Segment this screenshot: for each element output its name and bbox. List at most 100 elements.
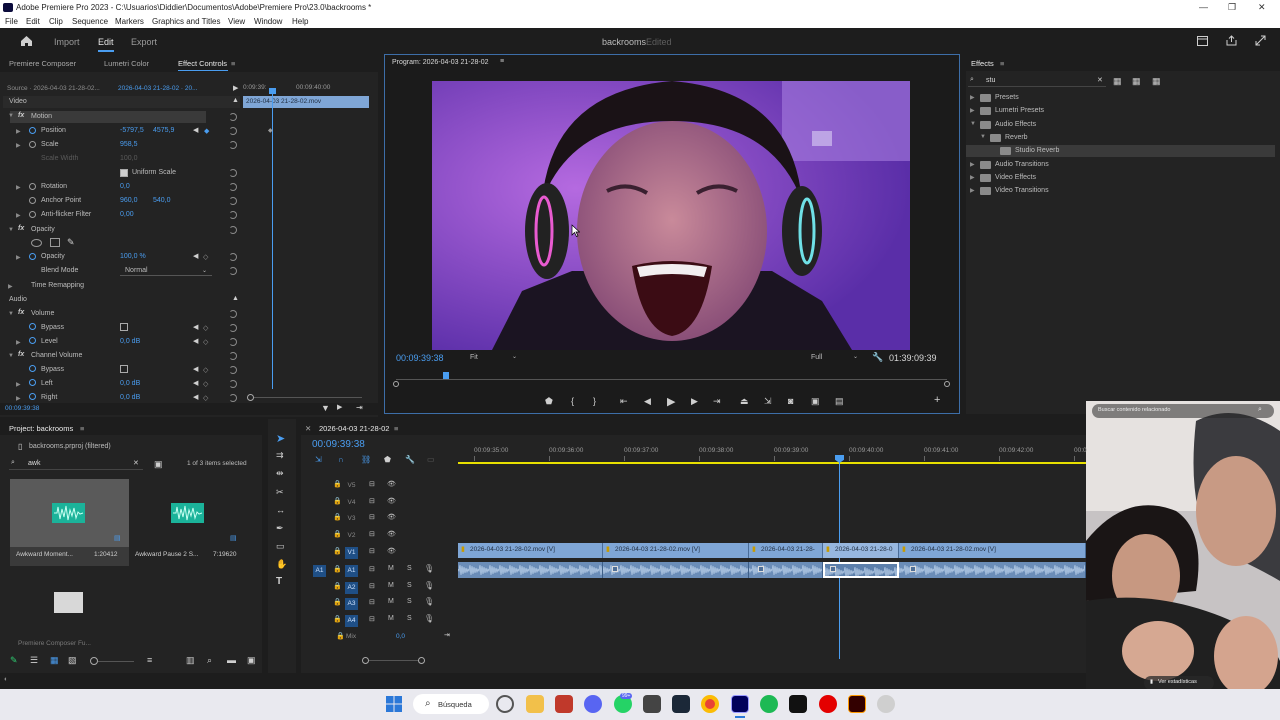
slip-tool-icon[interactable]: ↔ — [276, 505, 285, 515]
audio-keyframe[interactable] — [830, 566, 836, 572]
sync-lock-icon[interactable]: ⊟ — [369, 582, 375, 590]
sync-lock-icon[interactable]: ⊟ — [369, 615, 375, 623]
fx-icon[interactable]: fx — [18, 112, 24, 119]
expand-icon[interactable]: ▶ — [8, 283, 13, 290]
comparison-view-icon[interactable]: ▣ — [811, 396, 820, 407]
expand-icon[interactable]: ▶ — [970, 107, 975, 114]
eye-icon[interactable]: 👁 — [387, 530, 396, 538]
extract-icon[interactable]: ⇲ — [764, 396, 772, 407]
solo-button[interactable]: S — [407, 615, 412, 622]
home-icon[interactable] — [20, 35, 33, 47]
opera-icon[interactable] — [819, 695, 837, 713]
list-view-icon[interactable]: ☰ — [30, 655, 38, 666]
lock-icon[interactable]: 🔒 — [333, 513, 342, 521]
project-search-input[interactable]: ⌕ awk ✕ — [9, 458, 143, 470]
sequence-dropdown[interactable]: 2026-04-03 21-28-02 · 20... — [118, 85, 198, 92]
go-to-end-icon[interactable]: ⇥ — [444, 631, 450, 639]
fit-select[interactable]: Fit ⌄ — [467, 352, 522, 364]
expand-icon[interactable]: ▶ — [970, 174, 975, 181]
mini-playhead[interactable] — [272, 89, 273, 389]
expand-icon[interactable]: ▶ — [16, 142, 21, 149]
sort-icon[interactable]: ≡ — [147, 655, 152, 665]
new-item-icon[interactable]: ▣ — [247, 655, 256, 666]
reset-icon[interactable] — [229, 141, 237, 149]
freeform-view-icon[interactable]: ▧ — [68, 655, 77, 666]
spotify-icon[interactable] — [760, 695, 778, 713]
reset-icon[interactable] — [229, 267, 237, 275]
captions-icon[interactable]: ▭ — [427, 455, 435, 464]
track-select-tool-icon[interactable]: ⇉ — [276, 450, 284, 461]
bypass-checkbox[interactable] — [120, 365, 128, 373]
program-timecode[interactable]: 00:09:39:38 — [396, 353, 444, 363]
audio-keyframe[interactable] — [612, 566, 618, 572]
premiere-taskbar-icon[interactable] — [731, 695, 749, 713]
rotation-value[interactable]: 0,0 — [120, 183, 130, 190]
menu-sequence[interactable]: Sequence — [72, 17, 108, 26]
uniform-scale-checkbox[interactable] — [120, 169, 128, 177]
eye-icon[interactable]: 👁 — [387, 480, 396, 488]
panel-menu-icon[interactable]: ≡ — [394, 424, 398, 433]
new-bin-from-search-icon[interactable]: ▣ — [154, 459, 163, 470]
effects-tree-item[interactable]: Video Transitions — [995, 187, 1049, 194]
ellipse-mask-icon[interactable] — [31, 239, 42, 247]
mute-button[interactable]: M — [388, 615, 394, 622]
reset-icon[interactable] — [229, 352, 237, 360]
timeline-settings-icon[interactable]: 🔧 — [405, 455, 415, 464]
prev-keyframe-icon[interactable]: ◀ — [193, 323, 198, 331]
illustrator-icon[interactable] — [848, 695, 866, 713]
track-label-a1[interactable]: A1 — [345, 565, 358, 577]
program-video-frame[interactable] — [432, 81, 910, 350]
menu-window[interactable]: Window — [254, 17, 282, 26]
add-keyframe-icon[interactable]: ◇ — [203, 394, 208, 402]
position-y[interactable]: 4575,9 — [153, 127, 174, 134]
expand-icon[interactable]: ▼ — [8, 113, 14, 119]
tiktok-icon[interactable] — [789, 695, 807, 713]
panel-menu-icon[interactable]: ≡ — [80, 424, 84, 433]
expand-icon[interactable]: ▶ — [970, 94, 975, 101]
reset-icon[interactable] — [229, 310, 237, 318]
stopwatch-icon[interactable] — [29, 365, 36, 372]
microphone-icon[interactable]: 🎙 — [424, 581, 434, 590]
quality-select[interactable]: Full ⌄ — [808, 352, 863, 364]
settings-icon[interactable] — [877, 695, 895, 713]
razor-tool-icon[interactable]: ✂ — [276, 487, 284, 498]
scale-value[interactable]: 958,5 — [120, 141, 138, 148]
taskbar-search[interactable]: ⌕ Búsqueda — [413, 694, 489, 714]
proxy-toggle-icon[interactable]: ▤ — [835, 396, 844, 407]
reset-icon[interactable] — [229, 183, 237, 191]
effects-tree-item[interactable]: Lumetri Presets — [995, 107, 1044, 114]
expand-icon[interactable]: ▶ — [970, 161, 975, 168]
expand-icon[interactable]: ▶ — [16, 184, 21, 191]
reset-icon[interactable] — [229, 169, 237, 177]
reset-icon[interactable] — [229, 127, 237, 135]
eye-icon[interactable]: 👁 — [387, 513, 396, 521]
overlay-video[interactable]: Buscar contenido relacionado ⌕ ▮ Ver est… — [1086, 401, 1280, 701]
play-only-icon[interactable]: ▶ — [233, 84, 238, 92]
mute-button[interactable]: M — [388, 565, 394, 572]
expand-icon[interactable]: ▶ — [16, 339, 21, 346]
menu-markers[interactable]: Markers — [115, 17, 144, 26]
add-keyframe-icon[interactable]: ◇ — [203, 338, 208, 346]
reset-icon[interactable] — [229, 394, 237, 402]
track-label-a4[interactable]: A4 — [345, 615, 358, 628]
track-label-v3[interactable]: V3 — [345, 513, 358, 525]
menu-view[interactable]: View — [228, 17, 245, 26]
clear-search-icon[interactable]: ✕ — [1097, 76, 1103, 84]
mark-out-icon[interactable]: } — [593, 396, 596, 406]
sync-lock-icon[interactable]: ⊟ — [369, 480, 375, 488]
sync-lock-icon[interactable]: ⊟ — [369, 598, 375, 606]
level-value[interactable]: 0,0 dB — [120, 338, 140, 345]
timeline-zoom-track[interactable] — [369, 660, 419, 661]
sync-lock-icon[interactable]: ⊟ — [369, 565, 375, 573]
lock-icon[interactable]: 🔒 — [333, 598, 342, 606]
effects-tree-item[interactable]: Audio Transitions — [995, 161, 1049, 168]
scrub-right-handle[interactable] — [944, 381, 950, 387]
accelerated-effects-icon[interactable]: ▦ — [1113, 76, 1122, 87]
reset-icon[interactable] — [229, 226, 237, 234]
related-search-bar[interactable]: Buscar contenido relacionado ⌕ — [1092, 404, 1274, 418]
reset-icon[interactable] — [229, 380, 237, 388]
close-window-icon[interactable]: ✕ — [1258, 2, 1266, 13]
effects-tree-item[interactable]: Audio Effects — [995, 121, 1036, 128]
share-icon[interactable] — [1226, 35, 1237, 46]
go-to-in-icon[interactable]: ⇤ — [620, 396, 628, 407]
